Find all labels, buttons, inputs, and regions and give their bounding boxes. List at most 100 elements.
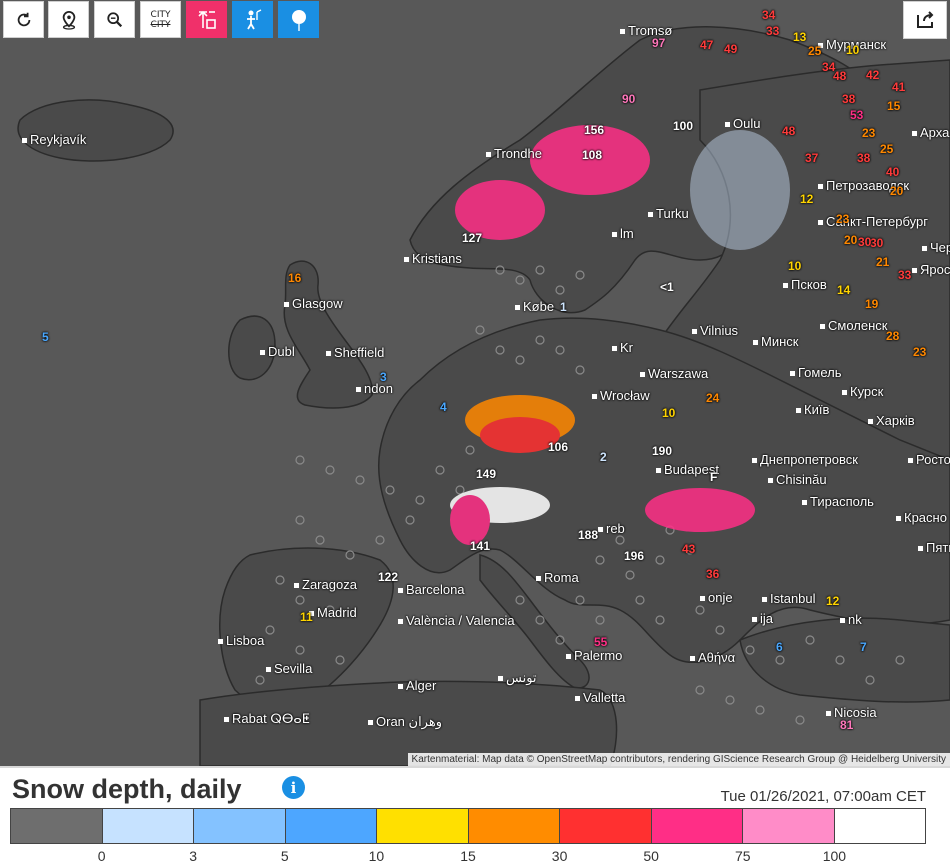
scale-tick: 100 [822,848,847,864]
station-value: 49 [724,42,738,56]
station-value: 11 [300,610,313,624]
city-label: València / Valencia [398,613,515,628]
station-value: 37 [805,151,819,165]
city-label: Sheffield [326,345,384,360]
scale-tick: 50 [643,848,659,864]
station-value: 97 [652,36,666,50]
station-value: 10 [662,406,676,420]
city-label: Chisinău [768,472,827,487]
station-value: 25 [808,44,822,58]
scale-tick: 30 [551,848,568,864]
refresh-button[interactable] [3,1,44,38]
city-label: Roma [536,570,579,585]
station-value: 55 [594,635,608,649]
city-label: Turku [648,206,689,221]
station-value: 127 [462,231,483,245]
station-value: 38 [857,151,871,165]
city-label: Alger [398,678,436,693]
station-value: 188 [578,528,599,542]
city-label: Oran وهران [368,714,442,730]
info-icon[interactable]: i [282,776,305,799]
city-label: Istanbul [762,591,816,606]
station-value: 149 [476,467,497,481]
scale-swatch [285,809,377,843]
station-value: 7 [860,640,867,654]
station-value: 3 [380,370,387,384]
scale-tick: 10 [368,848,385,864]
station-value: 53 [850,108,864,122]
station-value: 30 [870,236,884,250]
balloon-button[interactable] [278,1,319,38]
app: CITY CITY Reykjavík Tromsø Мурманск Арха Tro… [0,0,950,864]
color-scale [10,808,926,844]
station-value: 13 [793,30,807,44]
weather-station-icon [197,10,216,29]
city-label: Красно [896,510,947,525]
city-label: Арха [912,125,949,140]
station-value: 20 [890,184,904,198]
station-value: 10 [846,43,860,57]
station-value: 47 [700,38,714,52]
city-label: Zaragoza [294,577,357,592]
map-attribution[interactable]: Kartenmaterial: Map data © OpenStreetMap… [407,753,950,766]
station-value: 25 [880,142,894,156]
city-label: Vilnius [692,323,738,338]
station-value: 16 [288,271,302,285]
city-label: nk [840,612,862,627]
scale-swatch [194,809,286,843]
station-value: 19 [865,297,879,311]
scale-tick: 0 [97,848,106,864]
station-button[interactable] [186,1,227,38]
city-label: Barcelona [398,582,465,597]
scale-swatch [560,809,652,843]
zoom-button[interactable] [94,1,135,38]
location-button[interactable] [48,1,89,38]
city-label: Ростов [908,452,950,467]
station-value: 33 [766,24,780,38]
station-value: 30 [858,235,872,249]
city-label: Kristians [404,251,462,266]
station-value: F [710,470,718,484]
scale-swatch [834,809,925,843]
city-label: Wrocław [592,388,650,403]
station-value: 190 [652,444,673,458]
station-value: 141 [470,539,491,553]
station-value: 81 [840,718,854,732]
station-value: 156 [584,123,605,137]
city-label: Palermo [566,648,622,663]
station-value: 90 [622,92,636,106]
share-button[interactable] [903,1,947,39]
city-label: Lisboa [218,633,264,648]
station-value: 106 [548,440,569,454]
city-label: Пяти [918,540,950,555]
city-label: lm [612,226,634,241]
station-value: 6 [776,640,783,654]
balloon-icon [291,9,306,31]
city-label: Київ [796,402,829,417]
city-icon: CITY CITY [151,10,171,30]
city-label: Чер [922,240,950,255]
city-label: Rabat ⵕⴱⴰⵟ [224,711,310,727]
snow-depth-map[interactable]: CITY CITY Reykjavík Tromsø Мурманск Арха Tro… [0,0,950,766]
station-value: 10 [788,259,802,273]
station-value: 48 [833,69,847,83]
scale-tick: 15 [460,848,476,864]
city-label: Oulu [725,116,760,131]
station-value: 14 [837,283,851,297]
station-value: 15 [887,99,901,113]
city-label: Гомель [790,365,842,380]
city-label: Købe [515,299,554,314]
city-label: Днепропетровск [752,452,858,467]
station-value: <1 [660,280,674,294]
city-toggle-button[interactable]: CITY CITY [140,1,181,38]
station-value: 108 [582,148,603,162]
station-value: 40 [886,165,900,179]
city-label: Санкт-Петербург [818,214,928,229]
city-label: Псков [783,277,827,292]
city-label-top: CITY [150,9,171,20]
refresh-icon [17,12,30,26]
city-label: ija [752,611,773,626]
observer-icon [246,8,261,29]
scale-swatch [468,809,560,843]
observer-button[interactable] [232,1,273,38]
